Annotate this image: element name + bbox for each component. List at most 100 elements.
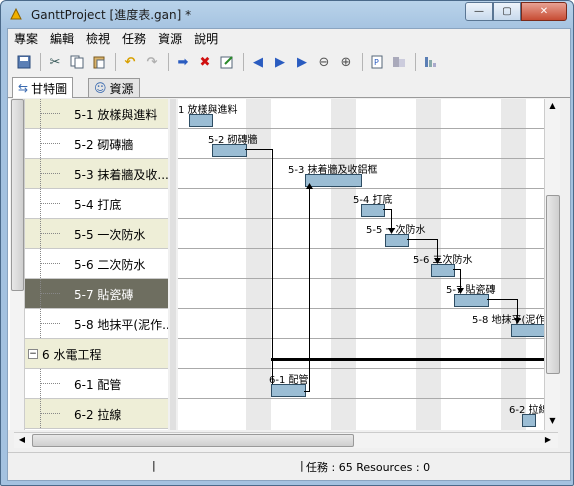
critical-path-icon[interactable] <box>389 52 409 72</box>
task-name: 5-8 地抹平(泥作... <box>74 318 168 332</box>
tree-row[interactable]: 5-8 地抹平(泥作... <box>24 309 168 339</box>
tree-row[interactable]: 6-2 拉線 <box>24 399 168 429</box>
tree-row[interactable]: 5-5 一次防水 <box>24 219 168 249</box>
print-preview-icon[interactable]: P <box>367 52 387 72</box>
paste-icon[interactable] <box>89 52 109 72</box>
chart-vertical-scrollbar[interactable]: ▲ ▼ <box>544 99 560 430</box>
status-separator: | <box>152 459 156 472</box>
menu-view[interactable]: 檢視 <box>80 30 116 47</box>
dependency-link <box>383 209 391 210</box>
arrow-up-icon <box>306 183 313 189</box>
gantt-chart[interactable]: 1 放樣與進料 5-2 砌磚牆 5-3 抹着牆及收鋁框 5-4 打底 5-5 一… <box>178 99 544 430</box>
task-bar[interactable] <box>454 294 489 307</box>
close-button[interactable]: ✕ <box>521 2 567 21</box>
hscroll-thumb[interactable] <box>32 434 354 447</box>
zoom-out-icon[interactable]: ⊖ <box>314 52 334 72</box>
menu-tasks[interactable]: 任務 <box>116 30 152 47</box>
delete-icon[interactable]: ✖ <box>195 52 215 72</box>
task-bar[interactable] <box>212 144 247 157</box>
task-name: 6-1 配管 <box>74 378 122 392</box>
toolbar-separator <box>362 53 363 71</box>
svg-text:P: P <box>374 58 379 67</box>
window-title: GanttProject [進度表.gan] * <box>31 8 192 22</box>
dependency-link <box>487 299 517 300</box>
dependency-link <box>309 187 310 392</box>
view-tabs: ⇆ 甘特圖 ☺ 資源 <box>8 77 570 98</box>
horizontal-scrollbar[interactable]: ◀ ▶ <box>14 432 558 448</box>
task-name: 5-6 二次防水 <box>74 258 146 272</box>
scroll-left-icon[interactable]: ◀ <box>16 434 28 446</box>
tree-row[interactable]: 6-1 配管 <box>24 369 168 399</box>
chart-vscroll-thumb[interactable] <box>546 195 560 374</box>
task-bar[interactable] <box>305 174 362 187</box>
toolbar: ✂ ↶ ↷ ➡ ✖ ◀ ▶ ▶ ⊖ ⊕ P <box>8 49 573 75</box>
cut-icon[interactable]: ✂ <box>45 52 65 72</box>
minimize-button[interactable]: — <box>465 2 493 21</box>
tab-gantt[interactable]: ⇆ 甘特圖 <box>12 77 74 98</box>
summary-bar[interactable] <box>271 358 544 361</box>
task-name: 5-5 一次防水 <box>74 228 146 242</box>
task-tree: 5-1 放樣與進料 5-2 砌磚牆 5-3 抹着牆及收... 5-4 打底 5-… <box>8 99 168 430</box>
dependency-link <box>272 149 273 384</box>
menu-project[interactable]: 專案 <box>8 30 44 47</box>
tree-scrollbar-thumb[interactable] <box>11 99 24 291</box>
tree-row-selected[interactable]: 5-7 貼瓷磚 <box>24 279 168 309</box>
save-icon[interactable] <box>14 52 34 72</box>
arrow-down-icon <box>388 228 395 234</box>
gantt-tab-icon: ⇆ <box>18 81 29 95</box>
toolbar-separator <box>115 53 116 71</box>
tab-resources-label: 資源 <box>109 81 134 96</box>
task-bar[interactable] <box>511 324 544 337</box>
tree-scrollbar[interactable] <box>10 99 25 430</box>
toolbar-separator <box>40 53 41 71</box>
arrow-left-icon[interactable]: ◀ <box>248 52 268 72</box>
title-bar[interactable]: GanttProject [進度表.gan] * — ▢ ✕ <box>1 1 573 27</box>
task-bar[interactable] <box>522 414 536 427</box>
status-bar: | | 任務 : 65 Resources : 0 <box>8 452 570 477</box>
tree-row[interactable]: 5-3 抹着牆及收... <box>24 159 168 189</box>
tree-row[interactable]: 5-6 二次防水 <box>24 249 168 279</box>
menu-bar: 專案 編輯 檢視 任務 資源 說明 <box>8 29 570 47</box>
zoom-in-icon[interactable]: ⊕ <box>336 52 356 72</box>
collapse-icon[interactable]: − <box>28 349 38 359</box>
tree-row[interactable]: 5-2 砌磚牆 <box>24 129 168 159</box>
tree-row[interactable]: 5-1 放樣與進料 <box>24 99 168 129</box>
menu-resources[interactable]: 資源 <box>152 30 188 47</box>
task-bar[interactable] <box>189 114 213 127</box>
indent-icon[interactable]: ➡ <box>173 52 193 72</box>
toolbar-separator <box>243 53 244 71</box>
weekend-stripe <box>331 99 356 430</box>
tree-row-group[interactable]: −6 水電工程 <box>24 339 168 369</box>
panel-splitter[interactable] <box>170 99 176 430</box>
task-name: 5-2 砌磚牆 <box>74 138 134 152</box>
task-bar[interactable] <box>271 384 306 397</box>
copy-icon[interactable] <box>67 52 87 72</box>
menu-edit[interactable]: 編輯 <box>44 30 80 47</box>
baseline-icon[interactable] <box>420 52 440 72</box>
arrow-right-icon[interactable]: ▶ <box>292 52 312 72</box>
task-name: 5-7 貼瓷磚 <box>74 288 134 302</box>
arrow-down-icon[interactable]: ▶ <box>270 52 290 72</box>
toolbar-separator <box>168 53 169 71</box>
scroll-up-icon[interactable]: ▲ <box>547 100 558 112</box>
task-bar[interactable] <box>361 204 385 217</box>
redo-icon[interactable]: ↷ <box>142 52 162 72</box>
undo-icon[interactable]: ↶ <box>120 52 140 72</box>
task-name: 6 水電工程 <box>42 348 102 362</box>
properties-icon[interactable] <box>217 52 237 72</box>
status-separator: | <box>300 459 304 472</box>
resources-tab-icon: ☺ <box>94 81 107 95</box>
tab-resources[interactable]: ☺ 資源 <box>88 78 140 97</box>
task-name: 5-3 抹着牆及收... <box>74 168 168 182</box>
scroll-down-icon[interactable]: ▼ <box>547 415 558 427</box>
ganttproject-logo-icon <box>10 7 22 20</box>
arrow-down-icon <box>457 288 464 294</box>
task-bar[interactable] <box>431 264 455 277</box>
maximize-button[interactable]: ▢ <box>493 2 521 21</box>
scroll-right-icon[interactable]: ▶ <box>542 434 554 446</box>
task-bar[interactable] <box>385 234 409 247</box>
arrow-down-icon <box>434 258 441 264</box>
tab-gantt-label: 甘特圖 <box>31 81 68 96</box>
tree-row[interactable]: 5-4 打底 <box>24 189 168 219</box>
menu-help[interactable]: 說明 <box>188 30 224 47</box>
